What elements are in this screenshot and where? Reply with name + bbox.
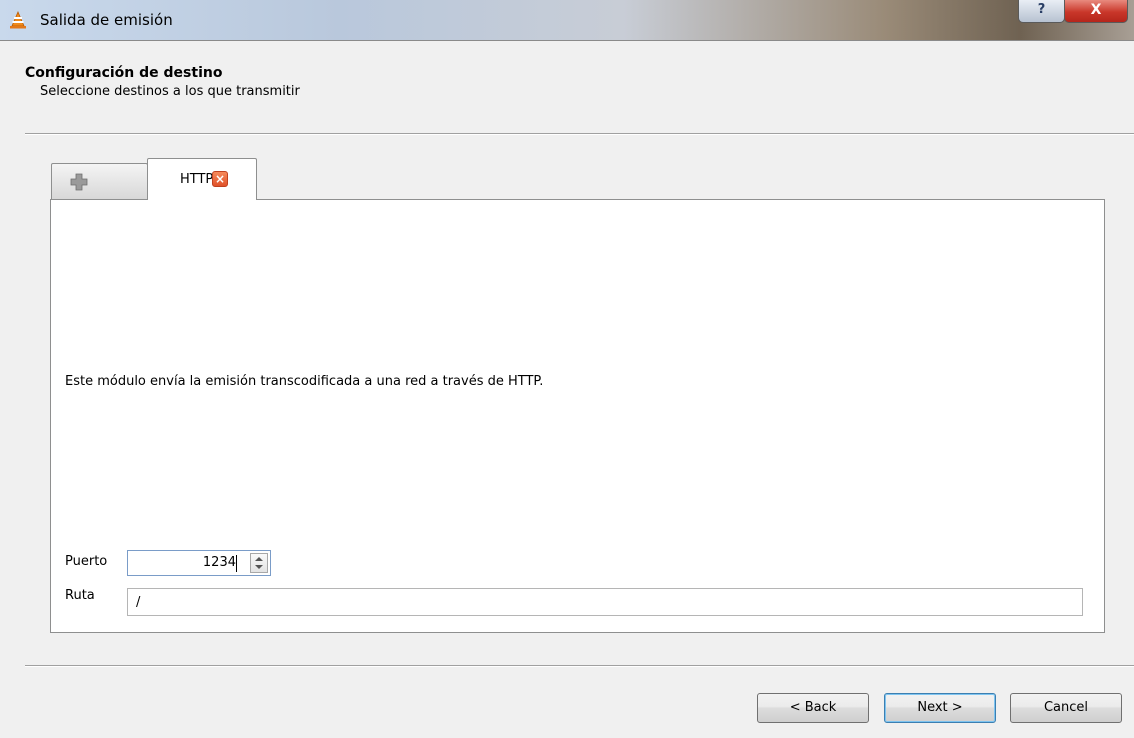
title-bar: Salida de emisión ? X	[0, 0, 1134, 41]
next-button[interactable]: Next >	[884, 693, 996, 723]
tab-add-destination[interactable]	[51, 163, 148, 199]
http-settings-panel: Este módulo envía la emisión transcodifi…	[50, 199, 1105, 633]
path-input[interactable]	[127, 588, 1083, 616]
module-description: Este módulo envía la emisión transcodifi…	[65, 374, 544, 389]
port-value: 1234	[202, 555, 236, 570]
cancel-button[interactable]: Cancel	[1010, 693, 1122, 723]
dialog-body: Configuración de destino Seleccione dest…	[8, 41, 1134, 738]
page-title: Configuración de destino	[25, 65, 223, 81]
plus-icon	[70, 173, 88, 191]
close-button[interactable]: X	[1064, 0, 1128, 23]
footer-separator	[25, 665, 1134, 667]
tab-http[interactable]: HTTP ×	[147, 158, 257, 200]
port-label: Puerto	[65, 554, 108, 569]
help-button[interactable]: ?	[1018, 0, 1065, 23]
page-subtitle: Seleccione destinos a los que transmitir	[40, 84, 300, 99]
spin-down-icon[interactable]	[255, 565, 263, 569]
window-title: Salida de emisión	[40, 11, 173, 29]
text-caret	[236, 555, 237, 572]
spin-up-icon[interactable]	[255, 557, 263, 561]
tab-http-label: HTTP	[180, 172, 214, 187]
vlc-cone-icon	[10, 11, 26, 29]
spin-arrows[interactable]	[250, 553, 268, 573]
port-spinbox[interactable]: 1234	[127, 550, 271, 576]
path-label: Ruta	[65, 588, 95, 603]
header-separator	[25, 133, 1134, 135]
close-tab-icon[interactable]: ×	[212, 171, 228, 187]
wizard-header: Configuración de destino Seleccione dest…	[8, 41, 1134, 133]
back-button[interactable]: < Back	[757, 693, 869, 723]
